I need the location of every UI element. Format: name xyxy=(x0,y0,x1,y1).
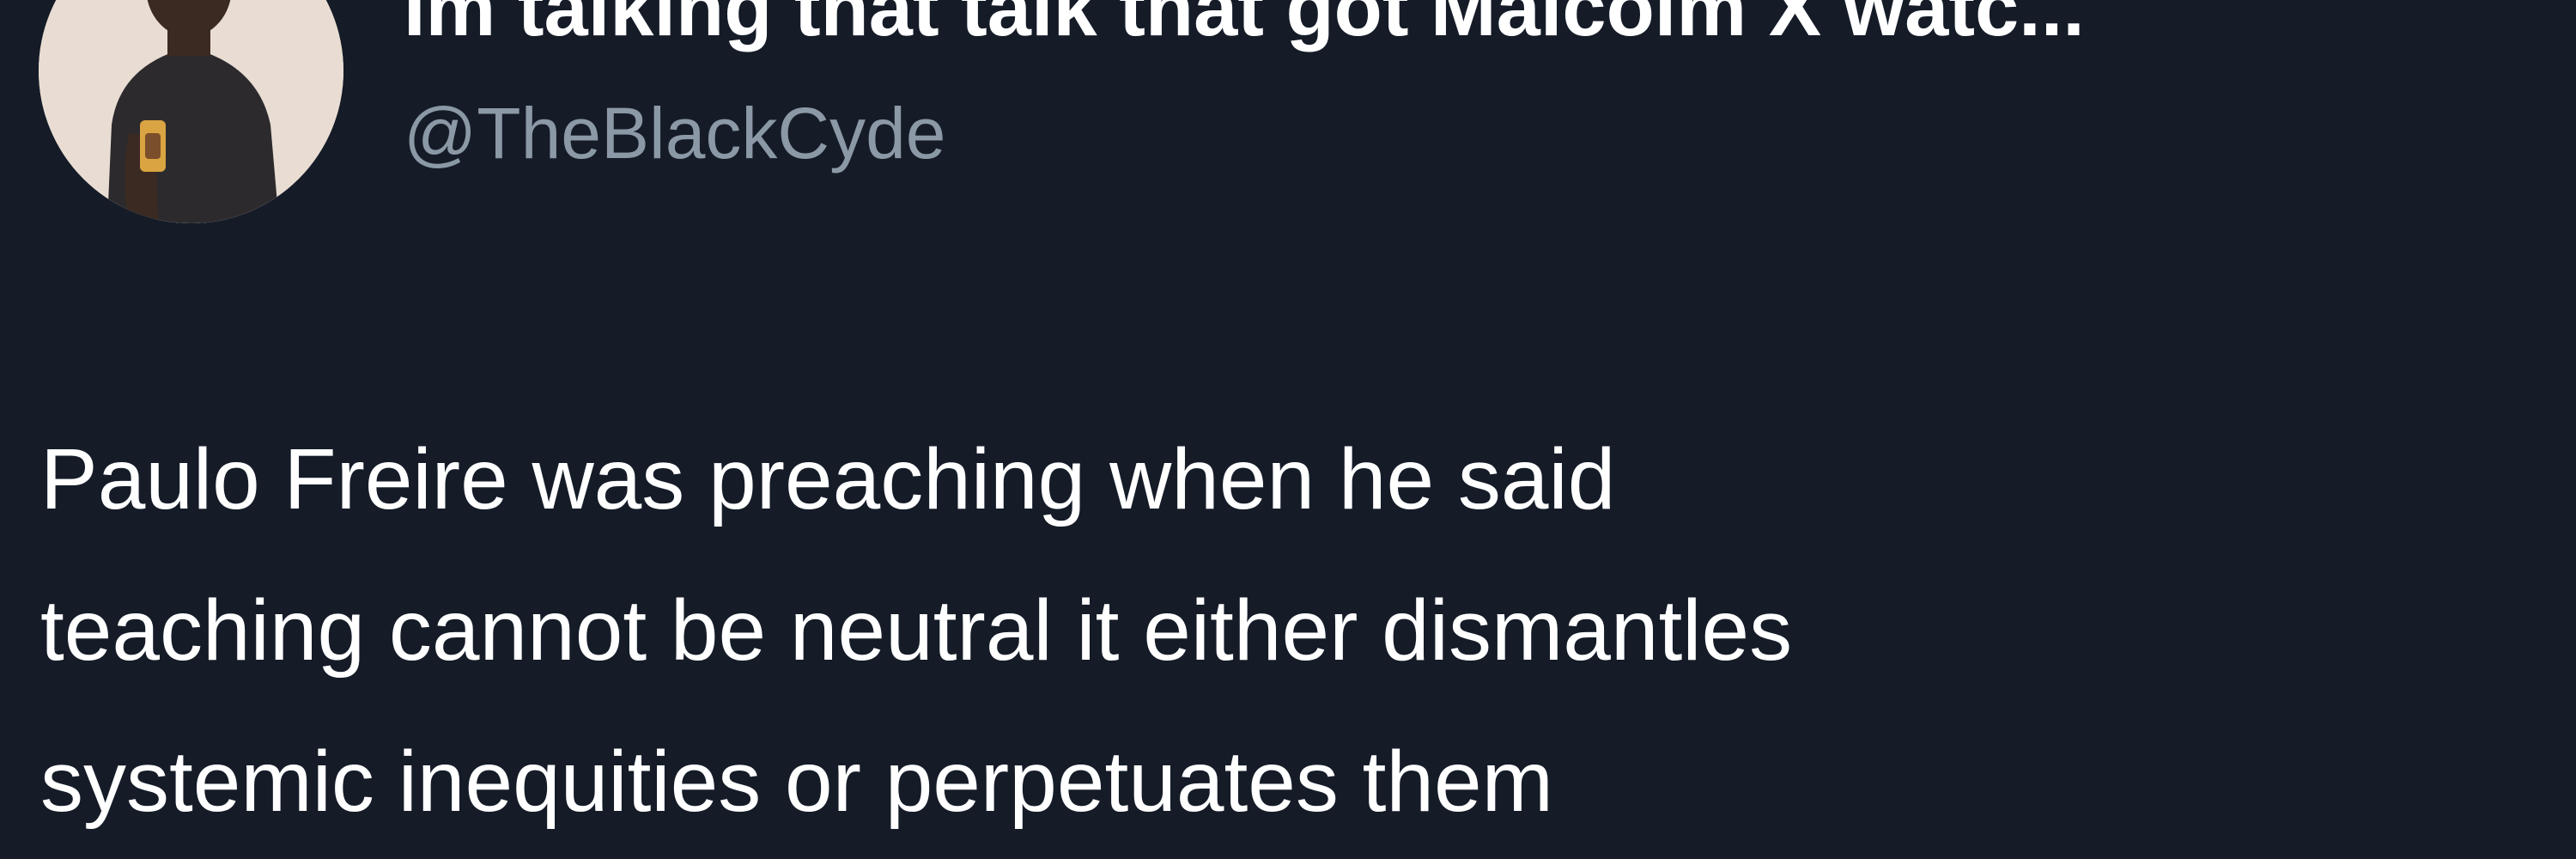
author-avatar[interactable] xyxy=(39,0,343,223)
author-display-name[interactable]: Im talking that talk that got Malcolm X … xyxy=(404,0,2085,52)
profile-photo-icon xyxy=(39,0,343,223)
tweet-text: Paulo Freire was preaching when he said … xyxy=(40,431,1793,830)
tweet-card: Im talking that talk that got Malcolm X … xyxy=(0,0,2576,859)
author-handle[interactable]: @TheBlackCyde xyxy=(404,90,946,177)
